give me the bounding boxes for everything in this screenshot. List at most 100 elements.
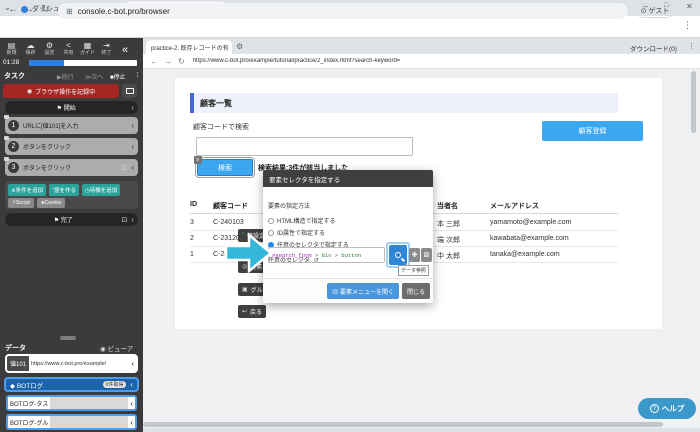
add-wait-button[interactable]: ◷待機を追加 [81,184,121,196]
toolbar-item-share[interactable]: < 共有 [59,41,78,56]
camera-icon: ⊡ [121,164,128,172]
data-item-value101[interactable]: 値101 https://www.c-bot.pro/example/ ‹ [5,354,138,373]
step-actions-panel: ⋔条件を追加 “値を作る ◷待機を追加 ⚡Script ●Cookie [5,181,138,209]
clear-selector-button[interactable]: ⊠ [421,248,432,262]
guest-avatar-icon: ⊙ [640,7,647,15]
chevron-left-icon[interactable]: ‹ [131,121,134,130]
selector-tag-token: div [321,251,332,259]
chevron-left-icon[interactable]: ‹ [131,142,134,151]
resume-button[interactable]: ▶続行 [57,72,74,81]
close-dialog-button[interactable]: 閉じる [401,283,430,299]
chevron-left-icon[interactable]: ‹ [131,103,134,112]
context-menu-item-back[interactable]: ↩ 戻る [238,305,267,318]
add-condition-button[interactable]: ⋔条件を追加 [8,184,47,196]
back-icon[interactable]: ← [8,4,18,15]
share-icon: < [66,41,71,50]
site-info-icon[interactable]: ⊞ [66,7,73,16]
radio-html-structure[interactable]: HTML構造で指定する [268,216,428,225]
register-button[interactable]: 顧客登録 [542,121,643,141]
flag-icon: ⚑ [56,106,63,112]
stop-button[interactable]: ■停止 [110,72,126,81]
radio-icon [268,218,274,224]
help-button[interactable]: ? ヘルプ [638,398,696,419]
vertical-scrollbar[interactable] [690,69,697,421]
make-value-button[interactable]: “値を作る [49,184,79,196]
step-card-3[interactable]: 3 ボタンをクリック ⊡ ‹ [4,157,138,176]
address-bar[interactable]: ⊞ console.c-bot.pro/browser [58,3,628,19]
collapse-sidebar-icon[interactable]: « [122,44,128,56]
bot-log-group[interactable]: ◆ BOTログ 0件取得 ‹ [4,377,139,392]
clear-icon: ⊠ [423,252,430,259]
step-card-2[interactable]: 2 ボタンをクリック ‹ [4,136,138,155]
inner-browser-tab[interactable]: practice-2. 既存レコードの有 [146,40,232,54]
chevron-left-icon[interactable]: ‹ [131,215,134,224]
reload-icon[interactable]: ↻ [41,4,49,15]
window-close-icon[interactable]: ✕ [686,2,693,11]
chevron-left-icon[interactable]: ‹ [130,399,133,408]
toolbar-item-exit[interactable]: ⇥ 終了 [97,41,116,56]
tooltip: データ参照 [398,265,430,276]
menu-icon: ▤ [332,289,339,296]
guide-icon: ▦ [83,41,92,50]
selector-dialog: 要素セレクタを指定する 要素の指定方法 HTML構造で指定する ID属性で指定す… [263,170,433,303]
inner-forward-icon[interactable]: → [164,57,172,66]
toolbar-item-settings[interactable]: ⚙ 設定 [40,41,59,56]
inner-url[interactable]: https://www.c-bot.pro/example/tutorial/p… [193,58,401,64]
task-menu-icon[interactable]: ⋮ [134,71,141,79]
app-window: ⌄ ダッシュボード | クラウドBOT ✕ ブラウザ | クラウドBOT ✕ ＋… [0,0,700,432]
inner-reload-icon[interactable]: ↻ [178,57,185,66]
forward-icon[interactable]: → [24,4,34,15]
field-input[interactable] [50,397,129,409]
step-label: ボタンをクリック [23,166,72,172]
flag-icon: ⚑ [53,218,60,224]
radio-id-attribute[interactable]: ID属性で指定する [268,228,428,237]
chevron-left-icon[interactable]: ‹ [130,418,133,427]
selector-id-token: #search_form [272,251,312,259]
recorded-element-badge: ≡ [194,156,202,164]
section-start[interactable]: ⚑ 開始 ‹ [5,101,138,114]
progress-bar [29,60,137,66]
inner-back-icon[interactable]: ← [150,57,158,66]
bot-log-field-group[interactable]: BOTログ-グル ‹ [6,414,137,430]
dialog-header[interactable]: 要素セレクタを指定する [263,170,433,187]
search-button[interactable]: 検索 [195,157,255,178]
cookie-button[interactable]: ●Cookie [36,198,66,208]
selector-input[interactable]: #search_form > div > button [268,247,385,263]
scrollbar-thumb[interactable] [143,422,663,427]
chrome-menu-icon[interactable]: ⋮ [683,20,692,31]
step-number: 3 [8,162,19,173]
toolbar-item-guide[interactable]: ▦ ガイド [78,41,97,56]
new-file-icon: ▤ [7,41,16,50]
bot-editor-sidebar: ▤ 新規 ☁ 保存 ⚙ 設定 < 共有 ▦ ガイド ⇥ 終了 « 01:28 タスク ▶続行… [0,38,143,432]
downloads-label[interactable]: ダウンロード(0) [630,43,677,53]
gear-icon: ⚙ [45,41,54,50]
panel-resize-handle[interactable] [60,336,76,340]
help-label: ヘルプ [661,404,685,413]
sidebar-toolbar: ▤ 新規 ☁ 保存 ⚙ 設定 < 共有 ▦ ガイド ⇥ 終了 [2,41,116,56]
downloads-menu-icon[interactable]: ⋮ [688,42,695,50]
horizontal-scrollbar[interactable] [143,421,700,428]
guest-profile-chip[interactable]: ⊙ ゲスト [636,3,674,18]
field-input[interactable] [50,416,129,428]
script-button[interactable]: ⚡Script [8,198,34,208]
screenshot-panel-button[interactable] [122,84,137,98]
chevron-left-icon[interactable]: ‹ [131,163,134,172]
next-button[interactable]: ≫次へ [85,72,103,81]
scrollbar-thumb[interactable] [691,71,696,133]
page-title-band: 顧客一覧 [190,93,618,113]
tab-gear-icon[interactable]: ⚙ [236,42,243,51]
recording-button[interactable]: ◉ ブラウザ操作を記録中 [3,84,119,98]
step-card-1[interactable]: 1 URLに[値101]を入力 ‹ [4,115,138,134]
chevron-left-icon[interactable]: ‹ [130,380,133,389]
pick-element-button[interactable]: ✚ [409,248,420,262]
viewer-button[interactable]: ◉ ビューア [100,343,133,353]
customer-code-input[interactable] [196,137,413,156]
test-selector-button[interactable] [389,245,407,265]
toolbar-item-save[interactable]: ☁ 保存 [21,41,40,56]
open-element-menu-button[interactable]: ▤ 要素メニューを開く [327,283,399,299]
chevron-left-icon[interactable]: ‹ [131,359,134,368]
section-done[interactable]: ⚑ 完了 ⊡ ‹ [5,213,138,226]
toolbar-item-new[interactable]: ▤ 新規 [2,41,21,56]
bot-log-field-task[interactable]: BOTログ-タス ‹ [6,395,137,411]
guest-label: ゲスト [648,7,670,15]
